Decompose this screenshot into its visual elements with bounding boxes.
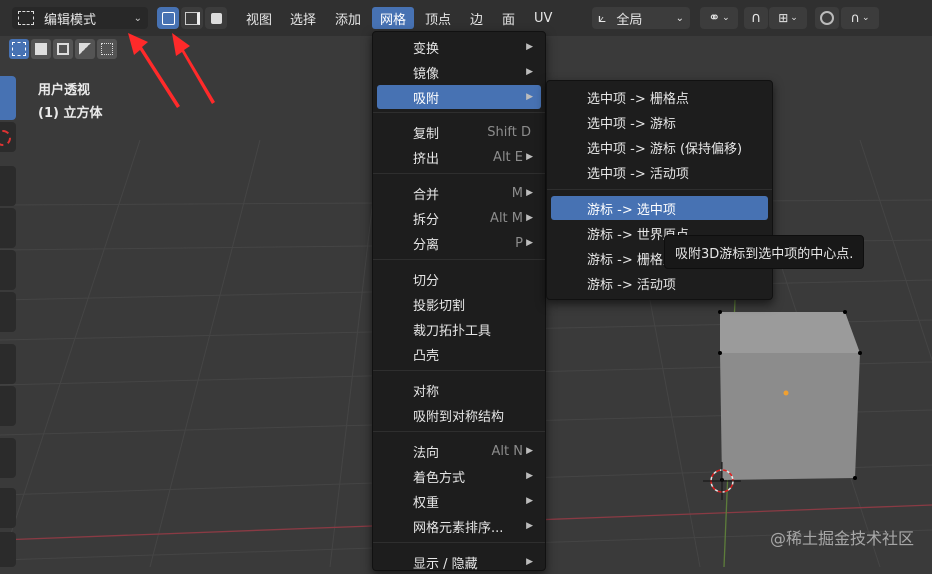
menu-item-shortcut: M [511, 185, 523, 201]
menu-separator [373, 259, 545, 260]
watermark: @稀土掘金技术社区 [769, 529, 914, 548]
mesh-menu-item[interactable]: 吸附 ▶ [377, 85, 541, 109]
menu-item-label: 凸壳 [413, 348, 440, 364]
menu-item-label: 游标 -> 选中项 [587, 202, 676, 218]
menu-item-label: 吸附到对称结构 [413, 409, 505, 425]
snap-menu-item[interactable]: 选中项 -> 游标 [551, 110, 768, 134]
menu-item-label: 变换 [413, 41, 440, 57]
menu-item-label: 裁刀拓扑工具 [413, 323, 492, 339]
menu-item-label: 着色方式 [413, 470, 466, 486]
mesh-menu-item[interactable]: 投影切割 [377, 292, 541, 316]
mesh-menu-item[interactable]: 分离 P ▶ [377, 231, 541, 255]
menu-item-shortcut: Alt E [493, 149, 523, 165]
menu-separator [547, 189, 772, 190]
menu-item-shortcut: P [515, 235, 523, 251]
mesh-menu-item[interactable]: 复制 Shift D [377, 120, 541, 144]
submenu-arrow-icon: ▶ [526, 471, 533, 481]
menu-item-label: 吸附 [413, 91, 440, 107]
mesh-menu-item[interactable]: 显示 / 隐藏 ▶ [377, 550, 541, 574]
mesh-menu-item[interactable]: 合并 M ▶ [377, 181, 541, 205]
menu-item-label: 对称 [413, 384, 440, 400]
snap-menu-item[interactable]: 选中项 -> 游标 (保持偏移) [551, 135, 768, 159]
menu-separator [373, 112, 545, 113]
submenu-arrow-icon: ▶ [526, 67, 533, 77]
menu-item-label: 复制 [413, 126, 440, 142]
menu-item-shortcut: Shift D [487, 124, 531, 140]
mesh-menu-item[interactable]: 权重 ▶ [377, 489, 541, 513]
submenu-arrow-icon: ▶ [526, 557, 533, 567]
submenu-arrow-icon: ▶ [526, 152, 533, 162]
submenu-arrow-icon: ▶ [526, 188, 533, 198]
menu-item-label: 法向 [413, 445, 440, 461]
submenu-arrow-icon: ▶ [526, 446, 533, 456]
menu-item-label: 选中项 -> 活动项 [587, 166, 689, 182]
submenu-arrow-icon: ▶ [526, 521, 533, 531]
menu-item-label: 游标 -> 栅格点 [587, 252, 676, 268]
submenu-arrow-icon: ▶ [526, 496, 533, 506]
mesh-menu-item[interactable]: 对称 [377, 378, 541, 402]
menu-item-shortcut: Alt M [490, 210, 523, 226]
snap-menu-item[interactable]: 选中项 -> 栅格点 [551, 85, 768, 109]
mesh-menu-item[interactable]: 变换 ▶ [377, 35, 541, 59]
menu-item-label: 显示 / 隐藏 [413, 556, 478, 572]
menu-item-label: 选中项 -> 栅格点 [587, 91, 689, 107]
mesh-menu-item[interactable]: 凸壳 [377, 342, 541, 366]
mesh-menu-item[interactable]: 裁刀拓扑工具 [377, 317, 541, 341]
menu-item-label: 选中项 -> 游标 (保持偏移) [587, 141, 743, 157]
mesh-menu-item[interactable]: 拆分 Alt M ▶ [377, 206, 541, 230]
mesh-menu-item[interactable]: 镜像 ▶ [377, 60, 541, 84]
mesh-menu-item[interactable]: 挤出 Alt E ▶ [377, 145, 541, 169]
menu-item-label: 镜像 [413, 66, 440, 82]
menu-item-label: 拆分 [413, 212, 440, 228]
menu-item-label: 网格元素排序... [413, 520, 504, 536]
submenu-arrow-icon: ▶ [526, 42, 533, 52]
submenu-arrow-icon: ▶ [526, 92, 533, 102]
snap-menu-item[interactable]: 游标 -> 选中项 [551, 196, 768, 220]
submenu-arrow-icon: ▶ [526, 238, 533, 248]
tooltip-text: 吸附3D游标到选中项的中心点. [675, 246, 854, 262]
menu-item-label: 游标 -> 活动项 [587, 277, 676, 293]
menu-separator [373, 431, 545, 432]
annotation-arrow-mode [128, 33, 180, 108]
menu-item-shortcut: Alt N [491, 443, 523, 459]
menu-item-label: 权重 [413, 495, 440, 511]
annotation-arrow-vertex [172, 33, 215, 104]
mesh-menu-item[interactable]: 切分 [377, 267, 541, 291]
mesh-menu: 变换 ▶ 镜像 ▶ 吸附 ▶ 复制 Shift D 挤出 Alt E ▶ 合并 M ▶ 拆分 Alt M ▶ 分离… [372, 31, 546, 574]
snap-menu-item[interactable]: 选中项 -> 活动项 [551, 160, 768, 184]
menu-item-label: 切分 [413, 273, 440, 289]
mesh-menu-item[interactable]: 吸附到对称结构 [377, 403, 541, 427]
tooltip: 吸附3D游标到选中项的中心点. [664, 235, 865, 269]
menu-item-label: 投影切割 [413, 298, 466, 314]
mesh-menu-item[interactable]: 着色方式 ▶ [377, 464, 541, 488]
mesh-menu-item[interactable]: 法向 Alt N ▶ [377, 439, 541, 463]
snap-menu-item[interactable]: 游标 -> 活动项 [551, 271, 768, 295]
menu-item-label: 选中项 -> 游标 [587, 116, 676, 132]
submenu-arrow-icon: ▶ [526, 213, 533, 223]
menu-item-label: 挤出 [413, 151, 440, 167]
menu-item-label: 分离 [413, 237, 440, 253]
menu-separator [373, 542, 545, 543]
mesh-menu-item[interactable]: 网格元素排序... ▶ [377, 514, 541, 538]
menu-separator [373, 370, 545, 371]
menu-separator [373, 173, 545, 174]
menu-item-label: 合并 [413, 187, 440, 203]
